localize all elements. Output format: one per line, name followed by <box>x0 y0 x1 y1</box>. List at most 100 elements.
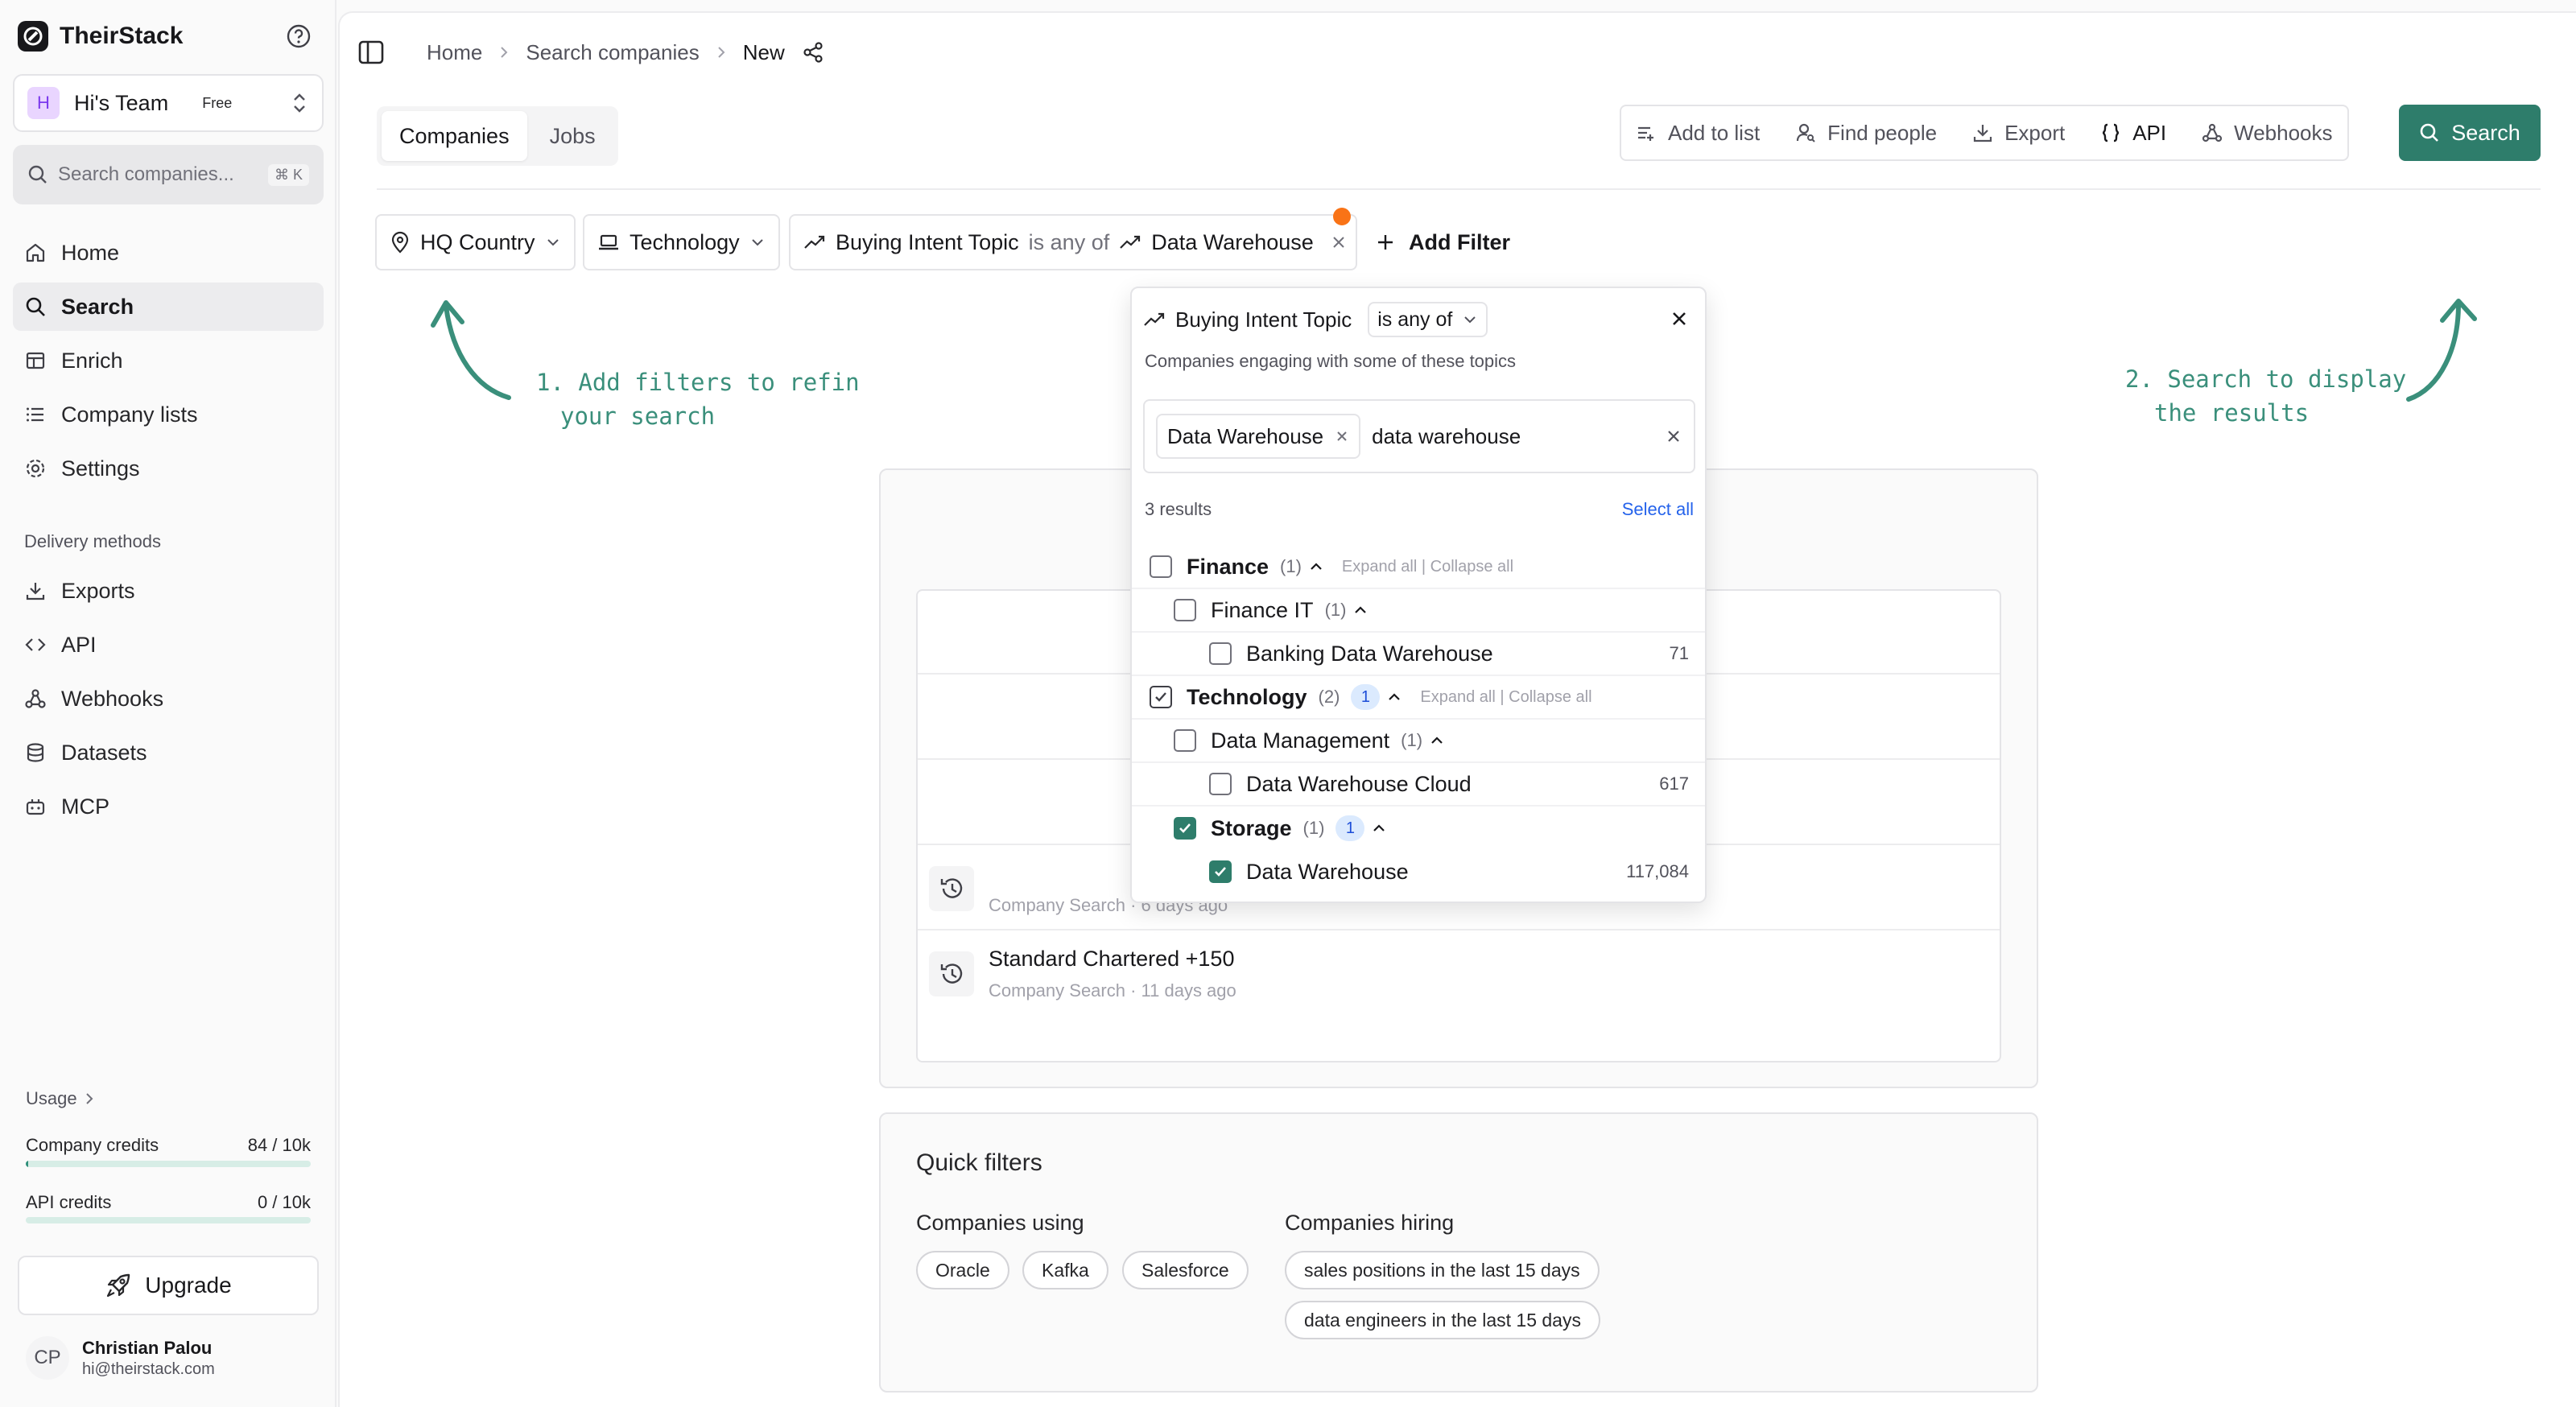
breadcrumb-home[interactable]: Home <box>427 40 482 65</box>
tree-count: (2) <box>1318 687 1340 707</box>
tree-label: Data Warehouse <box>1246 859 1409 884</box>
brand[interactable]: TheirStack <box>18 19 183 53</box>
select-all-link[interactable]: Select all <box>1622 499 1694 520</box>
add-filter-button[interactable]: Add Filter <box>1375 214 1510 270</box>
checkbox[interactable] <box>1209 642 1232 665</box>
sidebar-item-label: Company lists <box>61 402 198 427</box>
quick-filter-oracle[interactable]: Oracle <box>916 1251 1009 1289</box>
checkbox[interactable] <box>1174 599 1196 621</box>
expand-all-link[interactable]: Expand all <box>1342 558 1417 576</box>
tab-jobs[interactable]: Jobs <box>532 111 613 161</box>
collapse-all-link[interactable]: Collapse all <box>1509 688 1591 706</box>
sidebar-search[interactable]: Search companies... ⌘ K <box>13 145 324 204</box>
sidebar-toggle-icon[interactable] <box>357 39 385 66</box>
sidebar-item-settings[interactable]: Settings <box>13 444 324 493</box>
find-people-button[interactable]: Find people <box>1795 121 1937 146</box>
filter-hq-country[interactable]: HQ Country <box>375 214 576 270</box>
filter-field: Buying Intent Topic <box>836 229 1019 254</box>
team-avatar: H <box>27 87 60 119</box>
sidebar-item-search[interactable]: Search <box>13 283 324 331</box>
help-icon[interactable] <box>285 23 312 50</box>
tree-row[interactable]: Data Warehouse Cloud 617 <box>1132 763 1705 807</box>
topic-search-input[interactable]: Data Warehouse data warehouse <box>1143 399 1695 473</box>
tree-row[interactable]: Finance IT (1) <box>1132 589 1705 633</box>
tree-row[interactable]: Data Management (1) <box>1132 720 1705 763</box>
quick-filter-hiring-sales[interactable]: sales positions in the last 15 days <box>1285 1251 1600 1289</box>
chevron-up-icon[interactable] <box>1308 559 1324 575</box>
tree-row[interactable]: Banking Data Warehouse 71 <box>1132 633 1705 676</box>
sidebar-item-home[interactable]: Home <box>13 229 324 277</box>
list-item[interactable]: Standard Chartered +150 Company Search ·… <box>918 932 2000 1016</box>
user-email: hi@theirstack.com <box>82 1360 215 1378</box>
team-switcher[interactable]: H Hi's Team Free <box>13 74 324 132</box>
checkbox[interactable] <box>1150 555 1172 578</box>
sidebar-item-mcp[interactable]: MCP <box>13 782 324 831</box>
checkbox[interactable] <box>1174 729 1196 752</box>
selected-tag: Data Warehouse <box>1156 414 1361 459</box>
chevron-up-icon[interactable] <box>1429 732 1445 749</box>
hint-right-line-1: 2. Search to display <box>2125 365 2407 393</box>
quick-filter-hiring-data-engineers[interactable]: data engineers in the last 15 days <box>1285 1301 1600 1339</box>
search-button-label: Search <box>2451 120 2520 145</box>
search-button[interactable]: Search <box>2399 105 2541 161</box>
checkbox-checked[interactable] <box>1174 817 1196 840</box>
filter-label: Technology <box>630 229 740 254</box>
tree-row[interactable]: Data Warehouse 117,084 <box>1132 850 1705 893</box>
tab-companies[interactable]: Companies <box>382 111 527 161</box>
hint-text-left: 1. Add filters to refin your search <box>536 365 860 433</box>
selected-count-badge: 1 <box>1351 684 1381 710</box>
webhook-icon <box>2202 122 2223 143</box>
user-menu[interactable]: CP Christian Palou hi@theirstack.com <box>26 1336 215 1380</box>
export-button[interactable]: Export <box>1972 121 2065 146</box>
tree-label: Technology <box>1187 684 1307 709</box>
expand-collapse-links[interactable]: Expand all | Collapse all <box>1420 688 1591 707</box>
quick-filter-kafka[interactable]: Kafka <box>1022 1251 1108 1289</box>
checkbox-partial[interactable] <box>1150 686 1172 708</box>
usage-link[interactable]: Usage <box>26 1088 95 1109</box>
expand-all-link[interactable]: Expand all <box>1420 688 1495 706</box>
close-icon[interactable] <box>1330 233 1348 251</box>
sidebar-item-datasets[interactable]: Datasets <box>13 728 324 777</box>
webhooks-button[interactable]: Webhooks <box>2202 121 2333 146</box>
quick-filter-salesforce[interactable]: Salesforce <box>1122 1251 1249 1289</box>
chevron-up-icon[interactable] <box>1371 820 1387 836</box>
company-credits-label: Company credits <box>26 1135 159 1155</box>
sidebar-item-enrich[interactable]: Enrich <box>13 336 324 385</box>
close-icon[interactable] <box>1670 309 1689 328</box>
sidebar-item-company-lists[interactable]: Company lists <box>13 390 324 439</box>
chevron-up-icon[interactable] <box>1386 689 1402 705</box>
chevron-up-icon[interactable] <box>1352 602 1368 618</box>
filter-technology[interactable]: Technology <box>583 214 780 270</box>
sidebar-item-api[interactable]: API <box>13 621 324 669</box>
checkbox-checked[interactable] <box>1209 860 1232 883</box>
api-button[interactable]: API <box>2100 121 2166 146</box>
history-icon <box>929 866 974 911</box>
tree-row[interactable]: Technology (2) 1 Expand all | Collapse a… <box>1132 676 1705 720</box>
search-icon <box>24 295 47 318</box>
tree-row[interactable]: Finance (1) Expand all | Collapse all <box>1132 546 1705 589</box>
api-label: API <box>2132 120 2167 145</box>
clear-icon[interactable] <box>1665 427 1682 445</box>
tree-value: 117,084 <box>1626 861 1689 881</box>
share-icon[interactable] <box>801 40 825 64</box>
home-icon <box>24 241 47 264</box>
sidebar-item-exports[interactable]: Exports <box>13 567 324 615</box>
collapse-all-link[interactable]: Collapse all <box>1430 558 1513 576</box>
filter-buying-intent[interactable]: Buying Intent Topic is any of Data Wareh… <box>789 214 1357 270</box>
search-shortcut: ⌘ K <box>267 163 309 186</box>
add-to-list-button[interactable]: Add to list <box>1636 121 1760 146</box>
checkbox[interactable] <box>1209 773 1232 795</box>
tree-label: Data Warehouse Cloud <box>1246 771 1472 796</box>
expand-collapse-links[interactable]: Expand all | Collapse all <box>1342 558 1513 576</box>
sidebar: TheirStack H Hi's Team Free Search compa… <box>0 0 336 1407</box>
tree-label: Finance IT <box>1211 597 1314 622</box>
tree-row[interactable]: Storage (1) 1 <box>1132 807 1705 850</box>
operator-select[interactable]: is any of <box>1368 302 1488 337</box>
sidebar-item-webhooks[interactable]: Webhooks <box>13 675 324 723</box>
popover-description: Companies engaging with some of these to… <box>1145 351 1517 371</box>
upgrade-button[interactable]: Upgrade <box>18 1256 319 1315</box>
quick-filters-title: Quick filters <box>916 1149 1042 1176</box>
breadcrumb-search-companies[interactable]: Search companies <box>526 40 699 65</box>
remove-tag-icon[interactable] <box>1335 429 1349 444</box>
add-to-list-label: Add to list <box>1668 120 1761 145</box>
